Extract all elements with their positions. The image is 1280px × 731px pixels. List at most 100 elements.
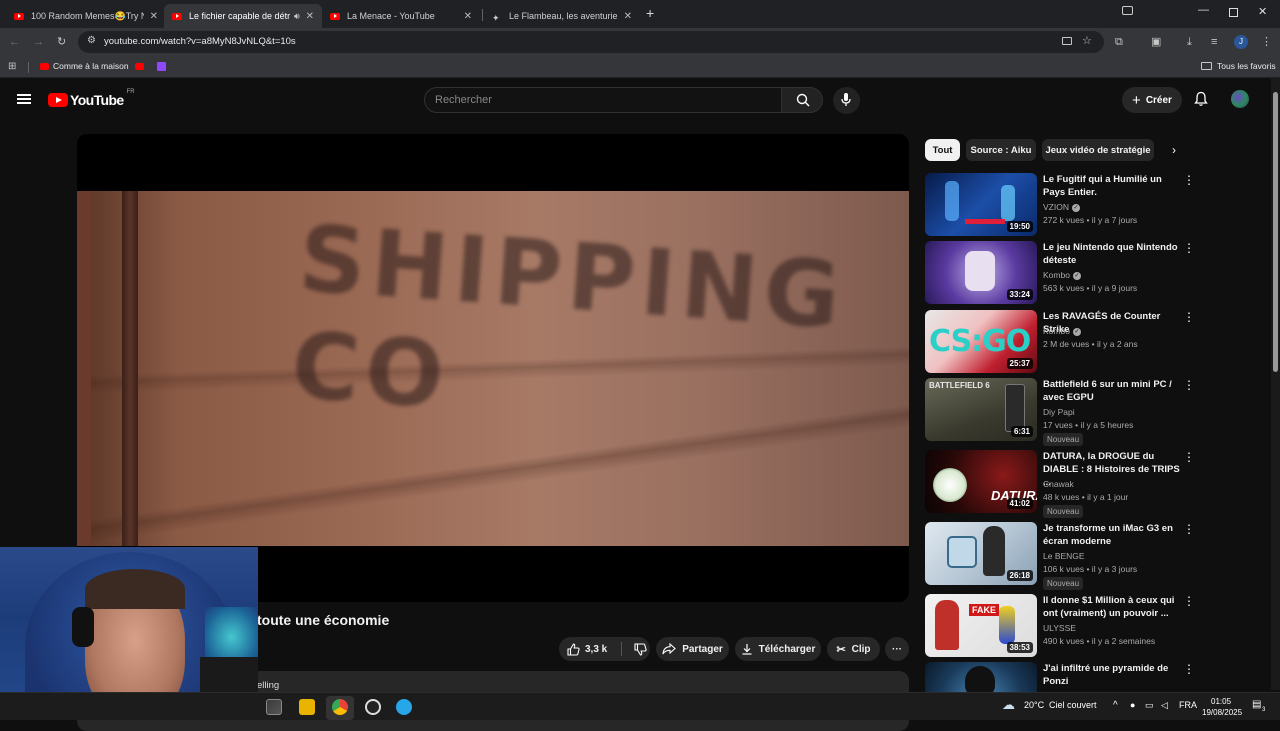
speaker-icon[interactable]: 🔊︎: [294, 11, 300, 22]
recommendation-title[interactable]: Battlefield 6 sur un mini PC / avec EGPU: [1043, 378, 1183, 404]
recommendation-title[interactable]: Le jeu Nintendo que Nintendo déteste: [1043, 241, 1183, 267]
close-icon[interactable]: ✕: [464, 11, 472, 22]
clip-button[interactable]: ✂︎ Clip: [827, 637, 880, 661]
video-thumbnail[interactable]: 19:50: [925, 173, 1037, 236]
chevron-right-icon[interactable]: ›: [1172, 143, 1176, 157]
recommendation-item[interactable]: 26:18 Je transforme un iMac G3 en écran …: [925, 522, 1195, 592]
network-icon[interactable]: ▭: [1145, 700, 1154, 711]
all-bookmarks-link[interactable]: Tous les favoris: [1217, 61, 1276, 71]
youtube-logo[interactable]: YouTube FR: [48, 89, 135, 108]
chevron-up-icon[interactable]: ^: [1113, 700, 1118, 711]
voice-search-button[interactable]: [833, 87, 860, 114]
weather-cloud-icon[interactable]: ☁︎: [1002, 697, 1015, 713]
recommendation-title[interactable]: Le Fugitif qui a Humilié un Pays Entier.: [1043, 173, 1183, 199]
clock-time[interactable]: 01:05: [1211, 697, 1231, 706]
notifications-bell-icon[interactable]: [1193, 91, 1209, 107]
recommendation-item[interactable]: J'ai infiltré une pyramide de Ponzi ⋮: [925, 662, 1195, 692]
recommendation-title[interactable]: Il donne $1 Million à ceux qui ont (vrai…: [1043, 594, 1183, 620]
weather-condition[interactable]: Ciel couvert: [1049, 700, 1097, 710]
browser-tab[interactable]: 100 Random Memes😂Try Not ✕: [6, 4, 166, 28]
recommendation-title[interactable]: Je transforme un iMac G3 en écran modern…: [1043, 522, 1183, 548]
minimize-button[interactable]: —: [1198, 4, 1209, 16]
user-avatar[interactable]: [1231, 90, 1249, 108]
chip-source[interactable]: Source : Aiku: [966, 139, 1036, 161]
chrome-taskbar-icon[interactable]: [332, 699, 348, 715]
channel-name[interactable]: Le BENGE: [1043, 551, 1085, 561]
forward-arrow-icon[interactable]: →: [33, 35, 44, 49]
more-vertical-icon[interactable]: ⋮: [1183, 379, 1195, 391]
weather-temperature[interactable]: 20°C: [1024, 700, 1044, 710]
reload-icon[interactable]: ↻: [57, 35, 66, 49]
video-thumbnail[interactable]: CS:GO 25:37: [925, 310, 1037, 373]
video-thumbnail[interactable]: DATURA 41:02: [925, 450, 1037, 513]
close-icon[interactable]: ✕: [150, 11, 158, 22]
telegram-taskbar-icon[interactable]: [396, 699, 412, 715]
video-thumbnail[interactable]: 26:18: [925, 522, 1037, 585]
channel-name[interactable]: Kombo ✓: [1043, 326, 1081, 336]
site-info-icon[interactable]: ⚙︎: [87, 35, 96, 46]
obs-taskbar-icon[interactable]: [365, 699, 381, 715]
video-player[interactable]: SHIPPING CO: [77, 134, 909, 602]
download-icon[interactable]: ⤓: [1187, 35, 1192, 49]
more-vertical-icon[interactable]: ⋮: [1183, 242, 1195, 254]
recommendation-item[interactable]: CS:GO 25:37 Les RAVAGÉS de Counter Strik…: [925, 310, 1195, 373]
microphone-tray-icon[interactable]: ●: [1130, 700, 1135, 710]
sidepanel-icon[interactable]: ▣: [1151, 35, 1161, 49]
channel-name[interactable]: Cnawak: [1043, 479, 1074, 489]
browser-tab-active[interactable]: Le fichier capable de détruire 🔊︎ ✕: [164, 4, 322, 28]
channel-name[interactable]: Diy Papi: [1043, 407, 1075, 417]
video-thumbnail[interactable]: BATTLEFIELD 6 6:31: [925, 378, 1037, 441]
more-actions-button[interactable]: ···: [885, 637, 909, 661]
recommendation-item[interactable]: 33:24 Le jeu Nintendo que Nintendo détes…: [925, 241, 1195, 304]
channel-name[interactable]: VZION ✓: [1043, 202, 1080, 212]
input-language[interactable]: FRA: [1179, 700, 1197, 710]
browser-tab[interactable]: ✦ Le Flambeau, les aventuriers de ✕: [484, 4, 640, 28]
back-arrow-icon[interactable]: ←: [9, 35, 20, 49]
scrollbar-thumb[interactable]: [1273, 92, 1278, 372]
video-thumbnail[interactable]: [925, 662, 1037, 692]
install-app-icon[interactable]: [1062, 37, 1072, 45]
more-vertical-icon[interactable]: ⋮: [1183, 174, 1195, 186]
menu-icon[interactable]: [17, 94, 31, 104]
youtube-bookmark-icon[interactable]: [135, 63, 144, 70]
search-button[interactable]: [781, 87, 823, 113]
video-thumbnail[interactable]: FAKE 38:53: [925, 594, 1037, 657]
browser-tab[interactable]: La Menace - YouTube ✕: [322, 4, 480, 28]
share-button[interactable]: Partager: [656, 637, 729, 661]
apps-grid-icon[interactable]: ⊞: [8, 61, 16, 72]
recommendation-item[interactable]: DATURA 41:02 DATURA, la DROGUE du DIABLE…: [925, 450, 1195, 520]
address-bar[interactable]: ⚙︎ youtube.com/watch?v=a8MyN8JvNLQ&t=10s…: [78, 31, 1104, 53]
recommendation-item[interactable]: FAKE 38:53 Il donne $1 Million à ceux qu…: [925, 594, 1195, 657]
more-vertical-icon[interactable]: ⋮: [1183, 595, 1195, 607]
more-vertical-icon[interactable]: ⋮: [1183, 451, 1195, 463]
window-close-button[interactable]: ✕: [1258, 5, 1267, 18]
channel-name[interactable]: Kombo ✓: [1043, 270, 1081, 280]
more-vertical-icon[interactable]: ⋮: [1183, 311, 1195, 323]
like-button[interactable]: 3,3 k: [567, 642, 607, 656]
twitch-bookmark-icon[interactable]: [157, 62, 166, 71]
profile-avatar[interactable]: J: [1234, 35, 1248, 49]
volume-icon[interactable]: ◁: [1161, 700, 1168, 711]
notification-icon[interactable]: ▤: [1252, 699, 1261, 710]
video-thumbnail[interactable]: 33:24: [925, 241, 1037, 304]
chip-strategy-games[interactable]: Jeux vidéo de stratégie: [1042, 139, 1154, 161]
media-control-icon[interactable]: ≡: [1211, 35, 1217, 49]
chip-all[interactable]: Tout: [925, 139, 960, 161]
extensions-icon[interactable]: ⧉: [1115, 35, 1123, 49]
more-vertical-icon[interactable]: ⋮: [1183, 523, 1195, 535]
recommendation-title[interactable]: J'ai infiltré une pyramide de Ponzi: [1043, 662, 1183, 688]
file-explorer-icon[interactable]: [299, 699, 315, 715]
bookmark-item[interactable]: Comme à la maison: [53, 61, 129, 71]
close-icon[interactable]: ✕: [306, 11, 314, 22]
start-menu-icon[interactable]: [266, 699, 282, 715]
recommendation-item[interactable]: 19:50 Le Fugitif qui a Humilié un Pays E…: [925, 173, 1195, 236]
more-vertical-icon[interactable]: ⋮: [1183, 663, 1195, 675]
bookmark-star-icon[interactable]: ☆: [1082, 34, 1092, 47]
restore-button[interactable]: [1229, 8, 1238, 17]
close-icon[interactable]: ✕: [624, 11, 632, 22]
new-tab-button[interactable]: +: [646, 5, 654, 21]
thumbs-down-icon[interactable]: [634, 642, 647, 656]
chrome-menu-icon[interactable]: ⋮: [1261, 35, 1272, 49]
download-button[interactable]: Télécharger: [735, 637, 821, 661]
clock-date[interactable]: 19/08/2025: [1202, 708, 1242, 717]
